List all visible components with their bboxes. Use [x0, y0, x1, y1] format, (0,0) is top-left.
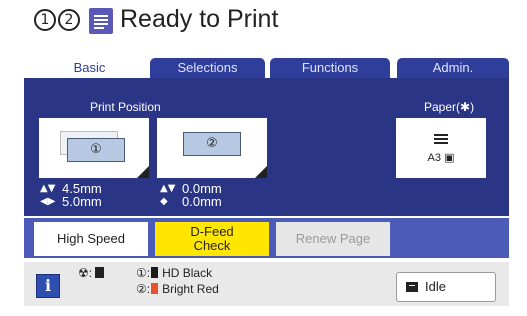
drum2-number: ②: [206, 136, 218, 151]
page-title: Ready to Print: [120, 5, 279, 33]
drum2-horizontal-offset: 0.0mm: [182, 194, 222, 209]
high-speed-button[interactable]: High Speed: [34, 222, 148, 256]
job-number-2-badge: 2: [58, 9, 80, 31]
tab-functions[interactable]: Functions: [270, 58, 390, 78]
machine-icon: [406, 282, 418, 292]
drum1-number: ①: [90, 142, 102, 157]
paper-label: Paper(✱): [424, 100, 475, 114]
print-position-label: Print Position: [90, 100, 161, 114]
ink1-swatch: [151, 267, 159, 278]
rotate-icon: ◆: [160, 196, 168, 207]
drum2-offsets: ▲▼ 0.0mm ◆ 0.0mm: [160, 182, 222, 208]
ink-drum1: ①: HD Black: [136, 266, 213, 280]
print-position-drum1-button[interactable]: ①: [39, 118, 149, 178]
horizontal-arrows-icon: ◀▶: [40, 196, 56, 207]
job-number-1-badge: 1: [34, 9, 56, 31]
ink-drum2: ②: Bright Red: [136, 282, 219, 296]
corner-icon: [255, 166, 267, 178]
print-mode-indicator: ☢:: [78, 266, 108, 280]
document-icon: [89, 8, 113, 34]
paper-button[interactable]: A3 ▣: [396, 118, 486, 178]
vertical-arrows-icon: ▲▼: [160, 183, 176, 194]
drum-icon: [95, 267, 105, 278]
tab-basic[interactable]: Basic: [33, 58, 146, 78]
print-position-drum2-button[interactable]: ②: [157, 118, 267, 178]
info-icon[interactable]: i: [36, 274, 60, 298]
print-screen: 1 2 Ready to Print Basic Selections Func…: [0, 0, 527, 316]
mode-icon: ☢: [78, 266, 89, 280]
paper-stack-icon: [434, 134, 448, 146]
renew-page-button[interactable]: Renew Page: [276, 222, 390, 256]
drum1-horizontal-offset: 5.0mm: [62, 194, 102, 209]
machine-status-button[interactable]: Idle: [396, 272, 496, 302]
drum1-offsets: ▲▼ 4.5mm ◀▶ 5.0mm: [40, 182, 102, 208]
paper-size-label: A3 ▣: [427, 151, 455, 164]
vertical-arrows-icon: ▲▼: [40, 183, 56, 194]
d-feed-check-button[interactable]: D-Feed Check: [155, 222, 269, 256]
tab-admin[interactable]: Admin.: [397, 58, 509, 78]
tab-selections[interactable]: Selections: [150, 58, 265, 78]
header: 1 2 Ready to Print: [0, 0, 527, 58]
paper-orientation-icon: ▣: [444, 151, 455, 164]
ink2-swatch: [151, 283, 159, 294]
corner-icon: [137, 166, 149, 178]
